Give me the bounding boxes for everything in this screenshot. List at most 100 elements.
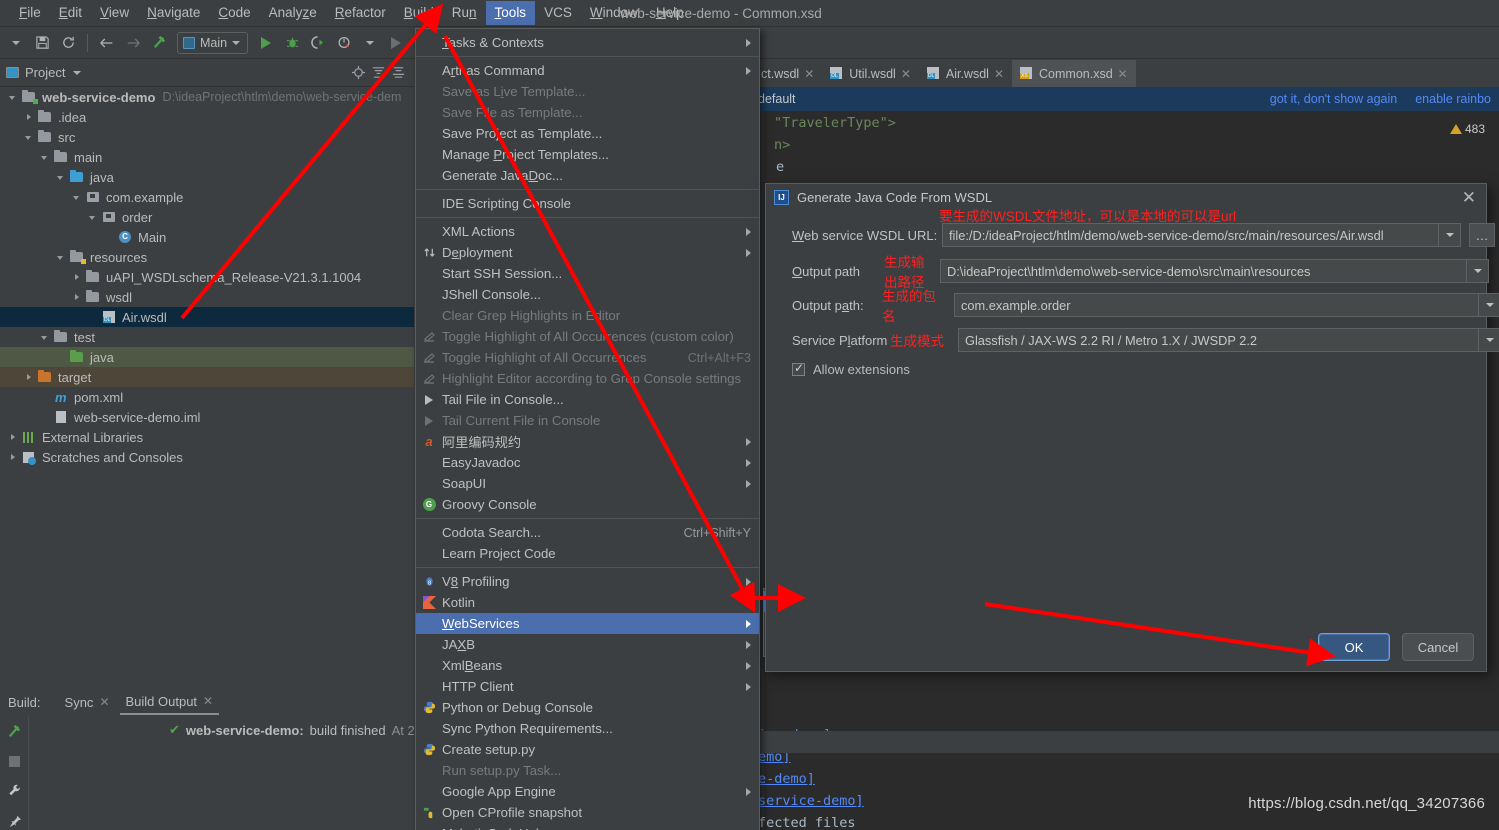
menu-edit[interactable]: Edit [50, 1, 91, 25]
menu-refactor[interactable]: Refactor [326, 1, 395, 25]
save-icon[interactable] [30, 31, 54, 55]
close-icon[interactable]: ✕ [994, 67, 1004, 81]
menu-vcs[interactable]: VCS [535, 1, 581, 25]
menu-item-jshell-console[interactable]: JShell Console... [416, 284, 759, 305]
menu-item-deployment[interactable]: Deployment [416, 242, 759, 263]
output-path-dropdown[interactable] [1467, 259, 1489, 283]
menu-item-tail-file-in-console[interactable]: Tail File in Console... [416, 389, 759, 410]
menu-item-save-project-as-template[interactable]: Save Project as Template... [416, 123, 759, 144]
service-platform-dropdown[interactable] [1479, 328, 1499, 352]
menu-item-create-setup-py[interactable]: Create setup.py [416, 739, 759, 760]
menu-item-generate-javadoc[interactable]: Generate JavaDoc... [416, 165, 759, 186]
expand-all-icon[interactable] [368, 63, 388, 83]
tree-node-target[interactable]: target [0, 367, 414, 387]
arrow-right-icon[interactable] [121, 31, 145, 55]
menu-item-sync-python-requirements[interactable]: Sync Python Requirements... [416, 718, 759, 739]
run-icon[interactable] [254, 31, 278, 55]
menu-item-ide-scripting-console[interactable]: IDE Scripting Console [416, 193, 759, 214]
tree-node--idea[interactable]: .idea [0, 107, 414, 127]
cancel-button[interactable]: Cancel [1402, 633, 1474, 661]
tree-node-resources[interactable]: resources [0, 247, 414, 267]
collapse-all-icon[interactable] [388, 63, 408, 83]
close-icon[interactable]: ✕ [1118, 67, 1128, 81]
tree-toggle-right-icon[interactable] [24, 372, 35, 383]
package-name-input[interactable]: com.example.order [954, 293, 1479, 317]
notification-link-dismiss[interactable]: got it, don't show again [1270, 92, 1397, 106]
tree-node-web-service-demo-iml[interactable]: web-service-demo.iml [0, 407, 414, 427]
tree-node-external-libraries[interactable]: External Libraries [0, 427, 414, 447]
menu-item-tasks-contexts[interactable]: Tasks & Contexts [416, 32, 759, 53]
tree-toggle-right-icon[interactable] [72, 292, 83, 303]
menu-item-easyjavadoc[interactable]: EasyJavadoc [416, 452, 759, 473]
refresh-icon[interactable] [56, 31, 80, 55]
profiler-dropdown-icon[interactable] [358, 31, 382, 55]
tree-node-wsdl[interactable]: wsdl [0, 287, 414, 307]
tree-toggle-down-icon[interactable] [88, 212, 99, 223]
allow-extensions-checkbox[interactable] [792, 361, 805, 376]
menu-item-groovy-console[interactable]: G Groovy Console [416, 494, 759, 515]
menu-navigate[interactable]: Navigate [138, 1, 209, 25]
tree-toggle-down-icon[interactable] [8, 92, 19, 103]
build-tab-sync[interactable]: Sync ✕ [59, 691, 116, 714]
menu-view[interactable]: View [91, 1, 138, 25]
close-icon[interactable]: ✕ [804, 67, 814, 81]
editor-tab-util-wsdl[interactable]: Util.wsdl ✕ [822, 60, 919, 87]
tree-node-air-wsdl[interactable]: Air.wsdl [0, 307, 414, 327]
tree-node-uapi-wsdlschema-release-v21-3-1-1004[interactable]: uAPI_WSDLschema_Release-V21.3.1.1004 [0, 267, 414, 287]
menu-item-arthas-command[interactable]: Arthas Command [416, 60, 759, 81]
menu-item-v8-profiling[interactable]: 8 V8 Profiling [416, 571, 759, 592]
menu-item-python-or-debug-console[interactable]: Python or Debug Console [416, 697, 759, 718]
tree-toggle-down-icon[interactable] [72, 192, 83, 203]
menu-item-xmlbeans[interactable]: XmlBeans [416, 655, 759, 676]
menu-item-webservices[interactable]: WebServices [416, 613, 759, 634]
menu-item-manage-project-templates[interactable]: Manage Project Templates... [416, 144, 759, 165]
profiler-icon[interactable] [332, 31, 356, 55]
menu-tools[interactable]: Tools [485, 1, 536, 25]
generate-java-code-dialog[interactable]: IJ Generate Java Code From WSDL ✕ 要生成的WS… [765, 183, 1499, 672]
run-configuration-selector[interactable]: Main [177, 31, 249, 54]
editor-tab-air-wsdl[interactable]: Air.wsdl ✕ [919, 60, 1012, 87]
menu-item-soapui[interactable]: SoapUI [416, 473, 759, 494]
run-with-coverage-icon[interactable] [306, 31, 330, 55]
tree-toggle-down-icon[interactable] [40, 152, 51, 163]
arrow-left-icon[interactable] [95, 31, 119, 55]
tree-node-com-example[interactable]: com.example [0, 187, 414, 207]
menu-code[interactable]: Code [209, 1, 259, 25]
tree-toggle-right-icon[interactable] [72, 272, 83, 283]
tree-node-web-service-demo[interactable]: web-service-demo D:\ideaProject\htlm\demo… [0, 87, 414, 107]
tree-node-src[interactable]: src [0, 127, 414, 147]
tree-node-java[interactable]: java [0, 347, 414, 367]
tree-toggle-right-icon[interactable] [24, 112, 35, 123]
tree-node-main[interactable]: C Main [0, 227, 414, 247]
close-icon[interactable]: ✕ [1460, 189, 1478, 206]
tree-node-pom-xml[interactable]: m pom.xml [0, 387, 414, 407]
close-icon[interactable]: ✕ [203, 694, 213, 708]
debug-icon[interactable] [280, 31, 304, 55]
tree-toggle-down-icon[interactable] [40, 332, 51, 343]
wsdl-url-input[interactable]: file:/D:/ideaProject/htlm/demo/web-servi… [942, 223, 1439, 247]
build-tab-build-output[interactable]: Build Output ✕ [119, 690, 220, 715]
tree-node-main[interactable]: main [0, 147, 414, 167]
hammer-icon[interactable] [147, 31, 171, 55]
browse-button[interactable]: … [1469, 223, 1495, 247]
tree-node-test[interactable]: test [0, 327, 414, 347]
service-platform-select[interactable]: Glassfish / JAX-WS 2.2 RI / Metro 1.X / … [958, 328, 1479, 352]
chevron-down-icon[interactable] [73, 70, 82, 75]
wsdl-url-dropdown[interactable] [1439, 223, 1461, 247]
notification-link-enable[interactable]: enable rainbo [1415, 92, 1491, 106]
allow-extensions-row[interactable]: Allow extensions [792, 361, 910, 377]
wrench-icon[interactable] [4, 781, 24, 801]
close-icon[interactable]: ✕ [99, 695, 109, 709]
menu-item-google-app-engine[interactable]: Google App Engine [416, 781, 759, 802]
menu-item-阿里编码规约[interactable]: a 阿里编码规约 [416, 431, 759, 452]
hammer-icon[interactable] [4, 722, 24, 742]
menu-item-codota-search[interactable]: Codota Search... Ctrl+Shift+Y [416, 522, 759, 543]
menu-build[interactable]: Build [395, 1, 443, 25]
menu-item-learn-project-code[interactable]: Learn Project Code [416, 543, 759, 564]
tree-toggle-down-icon[interactable] [56, 252, 67, 263]
tree-toggle-down-icon[interactable] [24, 132, 35, 143]
editor-tab-common-xsd[interactable]: Common.xsd ✕ [1012, 60, 1136, 87]
output-path-input[interactable]: D:\ideaProject\htlm\demo\web-service-dem… [940, 259, 1467, 283]
dropdown-caret-icon[interactable] [4, 31, 28, 55]
tree-node-order[interactable]: order [0, 207, 414, 227]
